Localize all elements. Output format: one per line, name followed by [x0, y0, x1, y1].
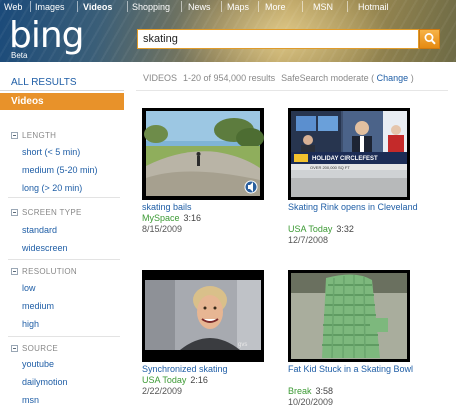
nav-news[interactable]: News [188, 2, 211, 12]
results-label: VIDEOS [143, 73, 178, 83]
video-source: MySpace [142, 213, 180, 223]
video-title[interactable]: skating bails [142, 202, 282, 213]
divider [0, 90, 124, 91]
filter-msn[interactable]: msn [22, 395, 39, 405]
search-input[interactable] [137, 29, 419, 49]
divider [8, 259, 120, 260]
filter-short[interactable]: short (< 5 min) [22, 147, 80, 157]
video-title[interactable]: Synchronized skating [142, 364, 282, 375]
divider [8, 197, 120, 198]
video-title[interactable]: Fat Kid Stuck in a Skating Bowl [288, 364, 428, 375]
interview-thumbnail-image: gvs [142, 270, 264, 362]
video-source-line: Break 3:58 [288, 386, 333, 396]
filter-standard[interactable]: standard [22, 225, 57, 235]
facet-heading[interactable]: RESOLUTION [11, 267, 77, 276]
results-count: 1-20 of 954,000 results [183, 73, 276, 83]
safesearch-status: SafeSearch moderate ( [281, 73, 375, 83]
top-nav: Web Images Videos Shopping News Maps Mor… [0, 0, 456, 14]
video-duration: 2:16 [190, 375, 208, 385]
nav-separator [258, 1, 259, 12]
results-summary: VIDEOS 1-20 of 954,000 results SafeSearch … [143, 73, 414, 83]
collapse-icon[interactable] [11, 209, 18, 216]
sidebar: ALL RESULTS Videos LENGTH short (< 5 min… [0, 62, 124, 409]
facet-title: LENGTH [22, 131, 57, 140]
watermark-text: gvs [238, 342, 247, 348]
nav-shopping[interactable]: Shopping [132, 2, 170, 12]
video-date: 10/20/2009 [288, 397, 334, 407]
nav-separator [30, 1, 31, 12]
collapse-icon[interactable] [11, 345, 18, 352]
nav-separator [347, 1, 348, 12]
video-source-line: USA Today 2:16 [142, 375, 208, 385]
safesearch-close: ) [410, 73, 414, 83]
video-source: USA Today [288, 224, 333, 234]
video-title[interactable]: Skating Rink opens in Cleveland [288, 202, 428, 213]
nav-more[interactable]: More [265, 2, 286, 12]
video-duration: 3:16 [183, 213, 202, 223]
video-source: Break [288, 386, 312, 396]
video-thumbnail[interactable]: HOLIDAY CIRCLEFEST OVER 200,000 SQ FT [288, 108, 410, 200]
video-source: USA Today [142, 375, 187, 385]
filter-long[interactable]: long (> 20 min) [22, 183, 82, 193]
filter-youtube[interactable]: youtube [22, 359, 54, 369]
nav-web[interactable]: Web [4, 2, 22, 12]
filter-widescreen[interactable]: widescreen [22, 243, 68, 253]
all-results-link[interactable]: ALL RESULTS [11, 77, 77, 88]
divider [8, 336, 120, 337]
skatepark-thumbnail-image [142, 108, 264, 200]
video-date: 8/15/2009 [142, 224, 183, 234]
nav-msn[interactable]: MSN [313, 2, 333, 12]
nav-images[interactable]: Images [35, 2, 65, 12]
video-source-line: MySpace 3:16 [142, 213, 201, 223]
sidebar-item-label: Videos [11, 96, 44, 107]
safesearch-change-link[interactable]: Change [377, 73, 409, 83]
facet-title: SOURCE [22, 344, 59, 353]
filter-low[interactable]: low [22, 283, 36, 293]
filter-medium-resolution[interactable]: medium [22, 301, 54, 311]
facet-heading[interactable]: SCREEN TYPE [11, 208, 82, 217]
divider [136, 90, 448, 91]
video-duration: 3:32 [336, 224, 354, 234]
nav-separator [181, 1, 182, 12]
nav-separator [77, 1, 78, 12]
video-date: 12/7/2008 [288, 235, 329, 245]
nav-maps[interactable]: Maps [227, 2, 249, 12]
magnifier-icon [424, 33, 436, 45]
news-ticker-text: HOLIDAY CIRCLEFEST [312, 156, 378, 162]
filter-medium-length[interactable]: medium (5-20 min) [22, 165, 98, 175]
header-banner: Web Images Videos Shopping News Maps Mor… [0, 0, 456, 62]
nav-hotmail[interactable]: Hotmail [358, 2, 389, 12]
nav-separator [302, 1, 303, 12]
video-thumbnail[interactable] [142, 108, 264, 200]
filter-high[interactable]: high [22, 319, 39, 329]
video-thumbnail[interactable]: gvs [142, 270, 264, 362]
news-sub-text: OVER 200,000 SQ FT [310, 165, 350, 170]
beta-label: Beta [11, 51, 28, 60]
facet-title: RESOLUTION [22, 267, 78, 276]
nav-separator [127, 1, 128, 12]
nav-separator [221, 1, 222, 12]
video-duration: 3:58 [315, 386, 334, 396]
video-date: 2/22/2009 [142, 386, 183, 396]
bing-logo[interactable]: bing [9, 18, 85, 54]
video-thumbnail[interactable] [288, 270, 410, 362]
nav-videos[interactable]: Videos [83, 2, 112, 12]
facet-heading[interactable]: SOURCE [11, 344, 58, 353]
facet-title: SCREEN TYPE [22, 208, 82, 217]
filter-dailymotion[interactable]: dailymotion [22, 377, 68, 387]
search-button[interactable] [419, 29, 440, 49]
skate-bowl-thumbnail-image [288, 270, 410, 362]
collapse-icon[interactable] [11, 268, 18, 275]
facet-heading[interactable]: LENGTH [11, 131, 56, 140]
sidebar-item-videos[interactable]: Videos [0, 93, 124, 110]
collapse-icon[interactable] [11, 132, 18, 139]
video-source-line: USA Today 3:32 [288, 224, 354, 234]
news-broadcast-thumbnail-image: HOLIDAY CIRCLEFEST OVER 200,000 SQ FT [288, 108, 410, 200]
